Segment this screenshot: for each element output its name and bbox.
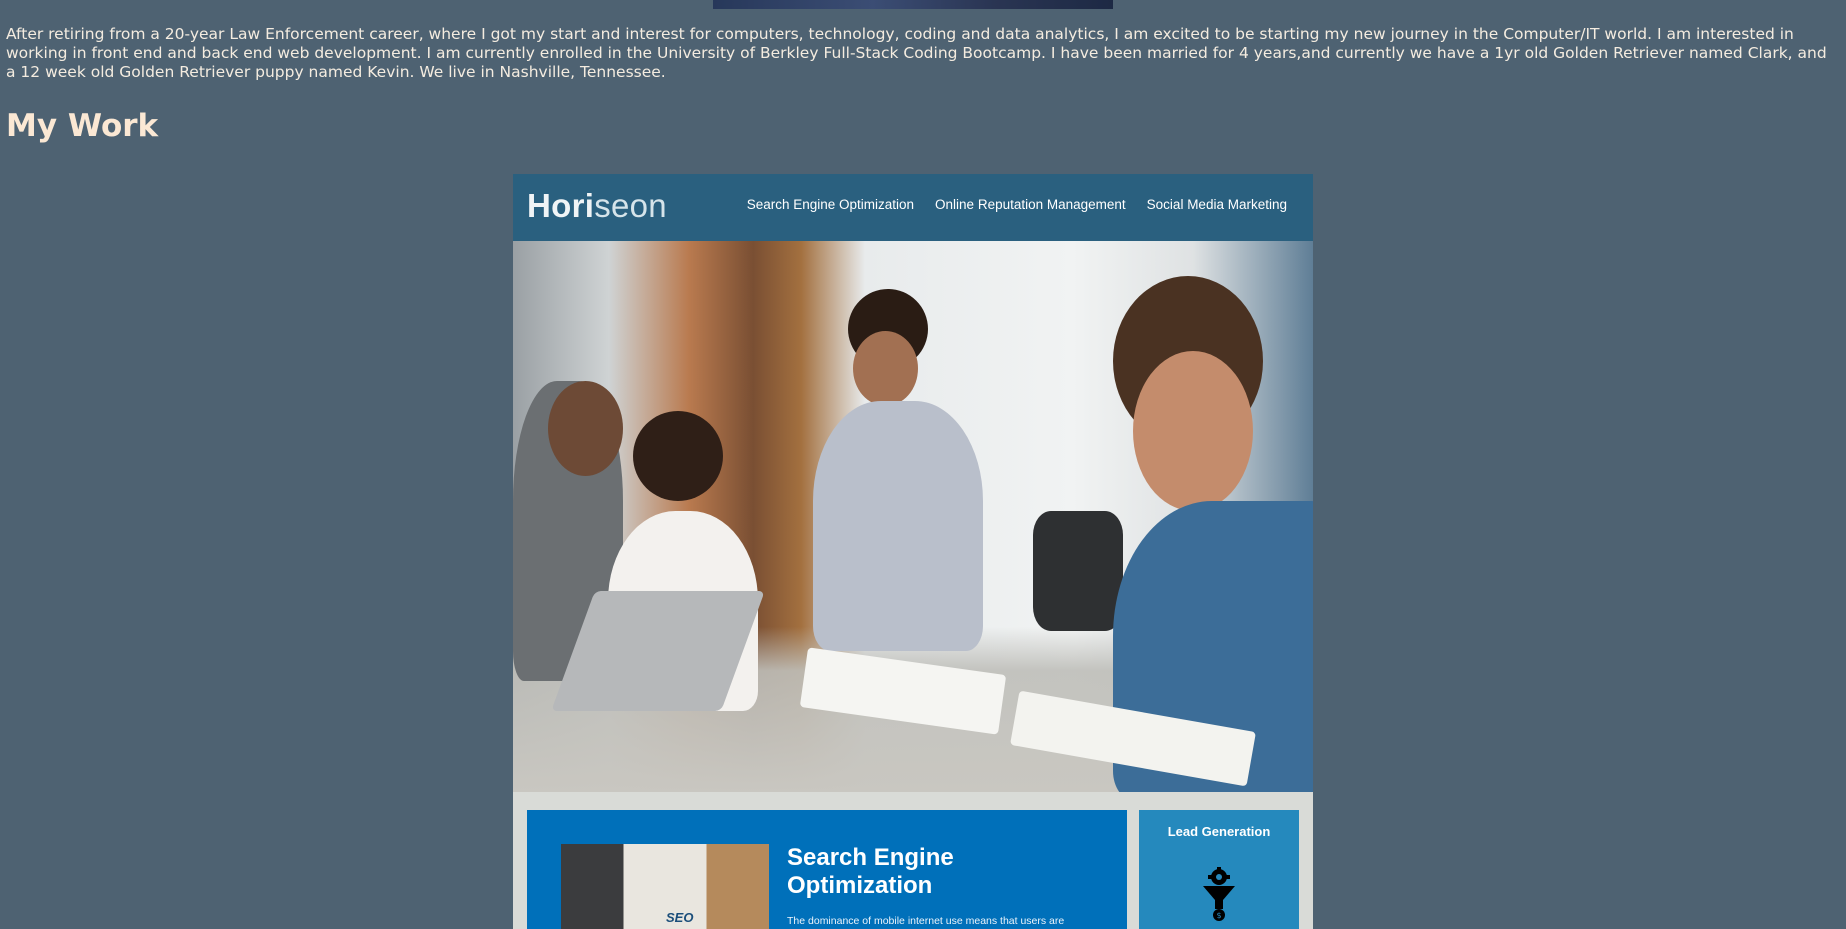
funnel-gear-icon: $ xyxy=(1199,867,1239,922)
about-bio: After retiring from a 20-year Law Enforc… xyxy=(6,25,1827,81)
preview-hero-image xyxy=(513,241,1313,792)
profile-photo xyxy=(713,0,1113,9)
preview-nav-reputation[interactable]: Online Reputation Management xyxy=(935,197,1126,212)
preview-nav-seo[interactable]: Search Engine Optimization xyxy=(747,197,914,212)
preview-content-image: SEO xyxy=(561,844,769,929)
preview-content-body: The dominance of mobile internet use mea… xyxy=(787,915,1065,927)
preview-logo: Horiseon xyxy=(527,187,667,225)
my-work-heading: My Work xyxy=(6,108,159,144)
preview-content-title: Search Engine Optimization xyxy=(787,844,954,899)
preview-aside-card: Lead Generation $ xyxy=(1139,810,1299,929)
preview-content-card: SEO Search Engine Optimization The domin… xyxy=(527,810,1127,929)
preview-logo-accent: seon xyxy=(594,187,667,224)
preview-content-text: Search Engine Optimization The dominance… xyxy=(787,844,1087,929)
preview-content-image-label: SEO xyxy=(666,910,694,925)
preview-nav: Search Engine Optimization Online Reputa… xyxy=(747,197,1287,212)
project-preview-horiseon[interactable]: Horiseon Search Engine Optimization Onli… xyxy=(513,174,1313,929)
preview-logo-main: Hori xyxy=(527,187,595,224)
svg-text:$: $ xyxy=(1216,911,1221,920)
preview-nav-social[interactable]: Social Media Marketing xyxy=(1147,197,1287,212)
preview-aside-title: Lead Generation xyxy=(1167,824,1271,839)
preview-header: Horiseon Search Engine Optimization Onli… xyxy=(513,174,1313,241)
